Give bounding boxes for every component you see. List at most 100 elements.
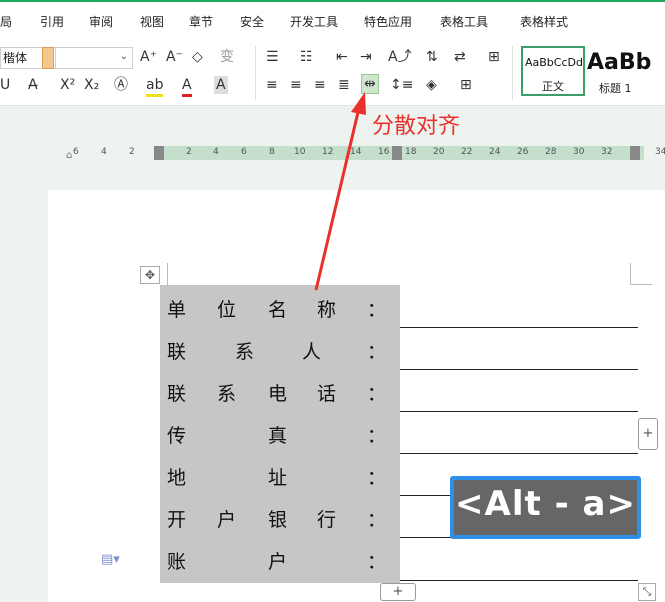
ruler-label: 16 [378,147,390,157]
menu-table-style[interactable]: 表格样式 [520,13,568,30]
shrink-font-icon[interactable]: A⁻ [166,48,183,66]
clear-format-icon[interactable]: ◇ [192,48,203,66]
ruler-column-marker[interactable] [392,146,402,160]
table-row: 地 址 ： [167,463,395,493]
menu-view[interactable]: 视图 [140,13,164,30]
bullet-list-icon[interactable]: ☰ [266,48,279,66]
borders-icon[interactable]: ⊞ [460,76,472,94]
tab-stop-icon[interactable]: ⌂ [66,150,72,161]
grow-font-icon[interactable]: A⁺ [140,48,157,66]
table-cell-char: 单 [167,299,187,321]
table-cell-char: 户 [217,509,237,531]
increase-indent-icon[interactable]: ⇥ [360,48,372,66]
table-cell-colon: ： [367,383,387,405]
table-cell-char: 行 [317,509,337,531]
add-row-button[interactable]: + [380,583,416,601]
text-effect-icon[interactable]: Ⓐ [114,76,128,94]
table-cell-char: 联 [167,383,187,405]
underline-icon[interactable]: U [0,76,10,94]
table-move-handle-icon[interactable]: ✥ [140,266,160,284]
style-normal-label: 正文 [542,80,564,93]
highlight-color-icon[interactable]: ab [146,76,164,97]
table-resize-handle-icon[interactable]: ⤡ [638,583,656,601]
font-name-dropdown-button[interactable] [42,47,54,69]
table-cell-char: 话 [317,383,337,405]
table-row-border [400,453,638,454]
ruler-label: 14 [350,147,362,157]
ruler-label: 6 [73,147,79,157]
table-row: 开 户 银 行 ： [167,505,395,535]
ruler-label: 30 [573,147,585,157]
menu-section[interactable]: 章节 [189,13,213,30]
margin-corner-mark [167,263,168,285]
ruler-label: 20 [433,147,445,157]
show-hide-marks-icon[interactable]: ⇄ [454,48,466,66]
shading-icon[interactable]: ◈ [426,76,437,94]
numbered-list-icon[interactable]: ☷ [300,48,313,66]
menu-developer[interactable]: 开发工具 [290,13,338,30]
ruler-label: 32 [601,147,613,157]
ruler-label: 6 [241,147,247,157]
table-row: 联 系 人 ： [167,337,395,367]
table-cell-colon: ： [367,425,387,447]
table-cell-char: 真 [268,425,288,447]
table-row: 联 系 电 话 ： [167,379,395,409]
menu-features[interactable]: 特色应用 [364,13,412,30]
ruler-label: 26 [517,147,529,157]
menu-bar: 局 引用 审阅 视图 章节 安全 开发工具 特色应用 表格工具 表格样式 [0,0,665,40]
menu-layout[interactable]: 局 [0,13,12,30]
ruler-right-margin-marker[interactable] [630,146,640,160]
superscript-icon[interactable]: X² [60,76,75,94]
strikethrough-icon[interactable]: A̶ [28,76,38,94]
table-row: 单 位 名 称 ： [167,295,395,325]
line-spacing-icon[interactable]: ↕≡ [390,76,413,94]
ruler-label: 4 [213,147,219,157]
table-row-border [400,580,638,581]
table-cell-char: 称 [317,299,337,321]
align-center-icon[interactable]: ≡ [290,76,302,94]
sort-icon[interactable]: ⇅ [426,48,438,66]
ruler-label: 12 [322,147,334,157]
table-cell-char: 地 [167,467,187,489]
style-heading1-gallery-item[interactable]: AaBb 标题 1 [587,46,665,96]
decrease-indent-icon[interactable]: ⇤ [336,48,348,66]
table-cell-char: 位 [217,299,237,321]
ruler-label: 4 [101,147,107,157]
character-shading-icon[interactable]: A [214,76,228,94]
align-right-icon[interactable]: ≡ [314,76,326,94]
style-normal-gallery-item[interactable]: AaBbCcDd 正文 [521,46,585,96]
justify-icon[interactable]: ≣ [338,76,350,94]
table-cell-colon: ： [367,299,387,321]
table-cell-char: 电 [268,383,288,405]
table-row-border [400,327,638,328]
menu-review[interactable]: 审阅 [89,13,113,30]
subscript-icon[interactable]: X₂ [84,76,99,94]
table-cell-char: 系 [235,341,255,363]
ruler-label: 18 [405,147,417,157]
callout-label: 分散对齐 [372,114,461,139]
text-direction-icon[interactable]: A⤴ [388,48,412,66]
menu-references[interactable]: 引用 [40,13,64,30]
distributed-align-icon[interactable]: ⇹ [361,74,379,94]
table-layout-icon[interactable]: ⊞ [488,48,500,66]
table-cell-char: 开 [167,509,187,531]
table-row: 传 真 ： [167,421,395,451]
table-cell-char: 联 [167,341,187,363]
table-cell-char: 人 [302,341,322,363]
style-heading1-label: 标题 1 [599,82,632,95]
table-cell-char: 名 [268,299,288,321]
menu-security[interactable]: 安全 [240,13,264,30]
document-icon[interactable]: ▤▾ [101,552,120,567]
align-left-icon[interactable]: ≡ [266,76,278,94]
font-size-combo[interactable]: ⌄ [55,47,133,69]
add-column-button[interactable]: + [638,418,658,450]
phonetic-guide-icon[interactable]: 变 [220,48,234,66]
font-color-icon[interactable]: A [182,76,192,97]
table-cell-char: 系 [217,383,237,405]
keyboard-shortcut-badge: <Alt - a> [450,476,641,539]
ribbon-toolbar: 楷体 ⌄ A⁺ A⁻ ◇ 变 U A̶ X² X₂ Ⓐ ab A A ☰ ☷ ⇤… [0,40,665,106]
table-cell-char: 银 [268,509,288,531]
menu-table-tools[interactable]: 表格工具 [440,13,488,30]
ribbon-separator [255,46,256,100]
ruler-left-margin-marker[interactable] [154,146,164,160]
